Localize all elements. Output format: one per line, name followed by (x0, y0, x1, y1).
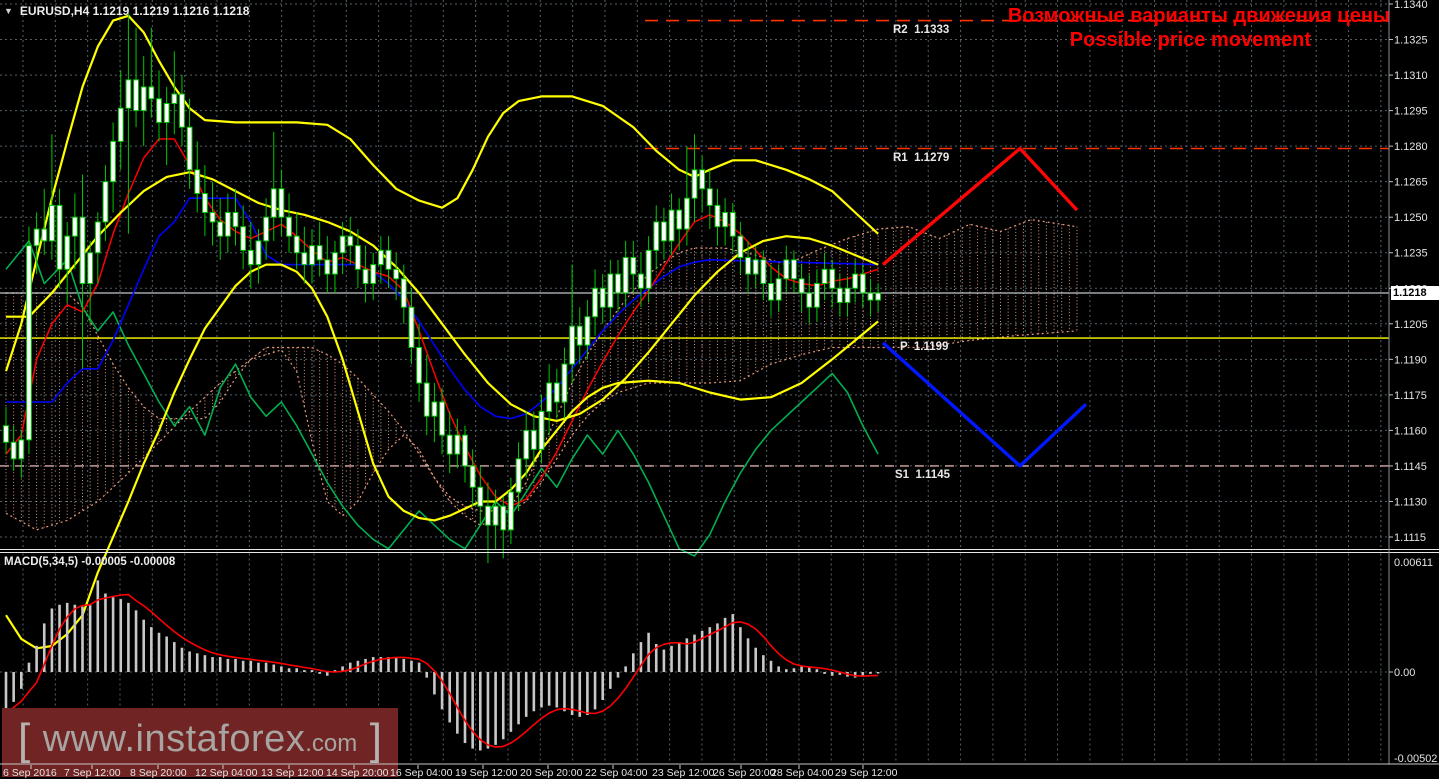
svg-text:16 Sep 04:00: 16 Sep 04:00 (390, 767, 453, 779)
svg-text:1.1175: 1.1175 (1394, 390, 1427, 402)
svg-text:1.1250: 1.1250 (1394, 212, 1428, 224)
pivot-label-r2: R2 1.1333 (893, 23, 950, 36)
watermark-domain: www.instaforex (42, 718, 306, 760)
chart-window: 1.1340 1.1325 1.1310 1.1295 1.1280 1.1265 1.12… (0, 0, 1439, 779)
annotation-ru: Возможные варианты движения цены (1007, 5, 1390, 27)
svg-text:-0.00502: -0.00502 (1394, 753, 1437, 765)
svg-text:29 Sep 12:00: 29 Sep 12:00 (835, 767, 898, 779)
pivot-label-p: P 1.1199 (900, 341, 949, 353)
watermark-bracket-left: [ (18, 714, 31, 764)
svg-text:28 Sep 04:00: 28 Sep 04:00 (771, 767, 834, 779)
projection-layer (881, 146, 1088, 468)
svg-text:1.1160: 1.1160 (1394, 425, 1427, 437)
symbol-ohlc-line: ▼ EURUSD,H4 1.1219 1.1219 1.1216 1.1218 (4, 4, 249, 18)
level-lines-layer (0, 19, 1389, 467)
svg-text:1.1265: 1.1265 (1394, 177, 1428, 189)
svg-text:1.1295: 1.1295 (1394, 106, 1428, 118)
current-price-tag: 1.1218 (1391, 286, 1439, 300)
svg-text:1.1115: 1.1115 (1394, 532, 1426, 544)
macd-axis-labels: 0.00611 0.00 -0.00502 (1389, 557, 1437, 765)
symbol-dropdown-icon[interactable]: ▼ (4, 6, 13, 16)
watermark-tld: .com (305, 730, 358, 757)
svg-text:1.1325: 1.1325 (1394, 35, 1428, 47)
pivot-label-s1: S1 1.1145 (895, 468, 950, 481)
svg-text:1.1190: 1.1190 (1394, 354, 1427, 366)
svg-text:1.1205: 1.1205 (1394, 319, 1428, 331)
svg-text:1.1130: 1.1130 (1394, 496, 1427, 508)
svg-text:0.00: 0.00 (1394, 667, 1415, 679)
watermark-bracket-right: ] (369, 714, 382, 764)
svg-text:22 Sep 04:00: 22 Sep 04:00 (585, 767, 648, 779)
svg-text:1.1310: 1.1310 (1394, 70, 1428, 82)
annotation-en: Possible price movement (1069, 29, 1311, 51)
svg-text:20 Sep 20:00: 20 Sep 20:00 (520, 767, 583, 779)
svg-text:1.1145: 1.1145 (1394, 461, 1427, 473)
instaforex-watermark: [ www.instaforex .com ] (2, 708, 398, 771)
svg-text:19 Sep 12:00: 19 Sep 12:00 (455, 767, 518, 779)
svg-text:1.1280: 1.1280 (1394, 141, 1428, 153)
svg-text:26 Sep 20:00: 26 Sep 20:00 (713, 767, 776, 779)
svg-text:23 Sep 12:00: 23 Sep 12:00 (652, 767, 715, 779)
symbol-ohlc-text: EURUSD,H4 1.1219 1.1219 1.1216 1.1218 (19, 4, 250, 18)
macd-indicator-label: MACD(5,34,5) -0.00005 -0.00008 (4, 556, 176, 568)
price-axis-labels: 1.1340 1.1325 1.1310 1.1295 1.1280 1.1265 1.12… (1389, 0, 1428, 544)
svg-text:1.1235: 1.1235 (1394, 248, 1428, 260)
pivot-label-r1: R1 1.1279 (893, 151, 950, 164)
svg-text:0.00611: 0.00611 (1394, 557, 1433, 569)
price-chart-canvas[interactable]: 1.1340 1.1325 1.1310 1.1295 1.1280 1.1265 1.12… (0, 0, 1439, 779)
svg-text:1.1340: 1.1340 (1394, 0, 1428, 11)
